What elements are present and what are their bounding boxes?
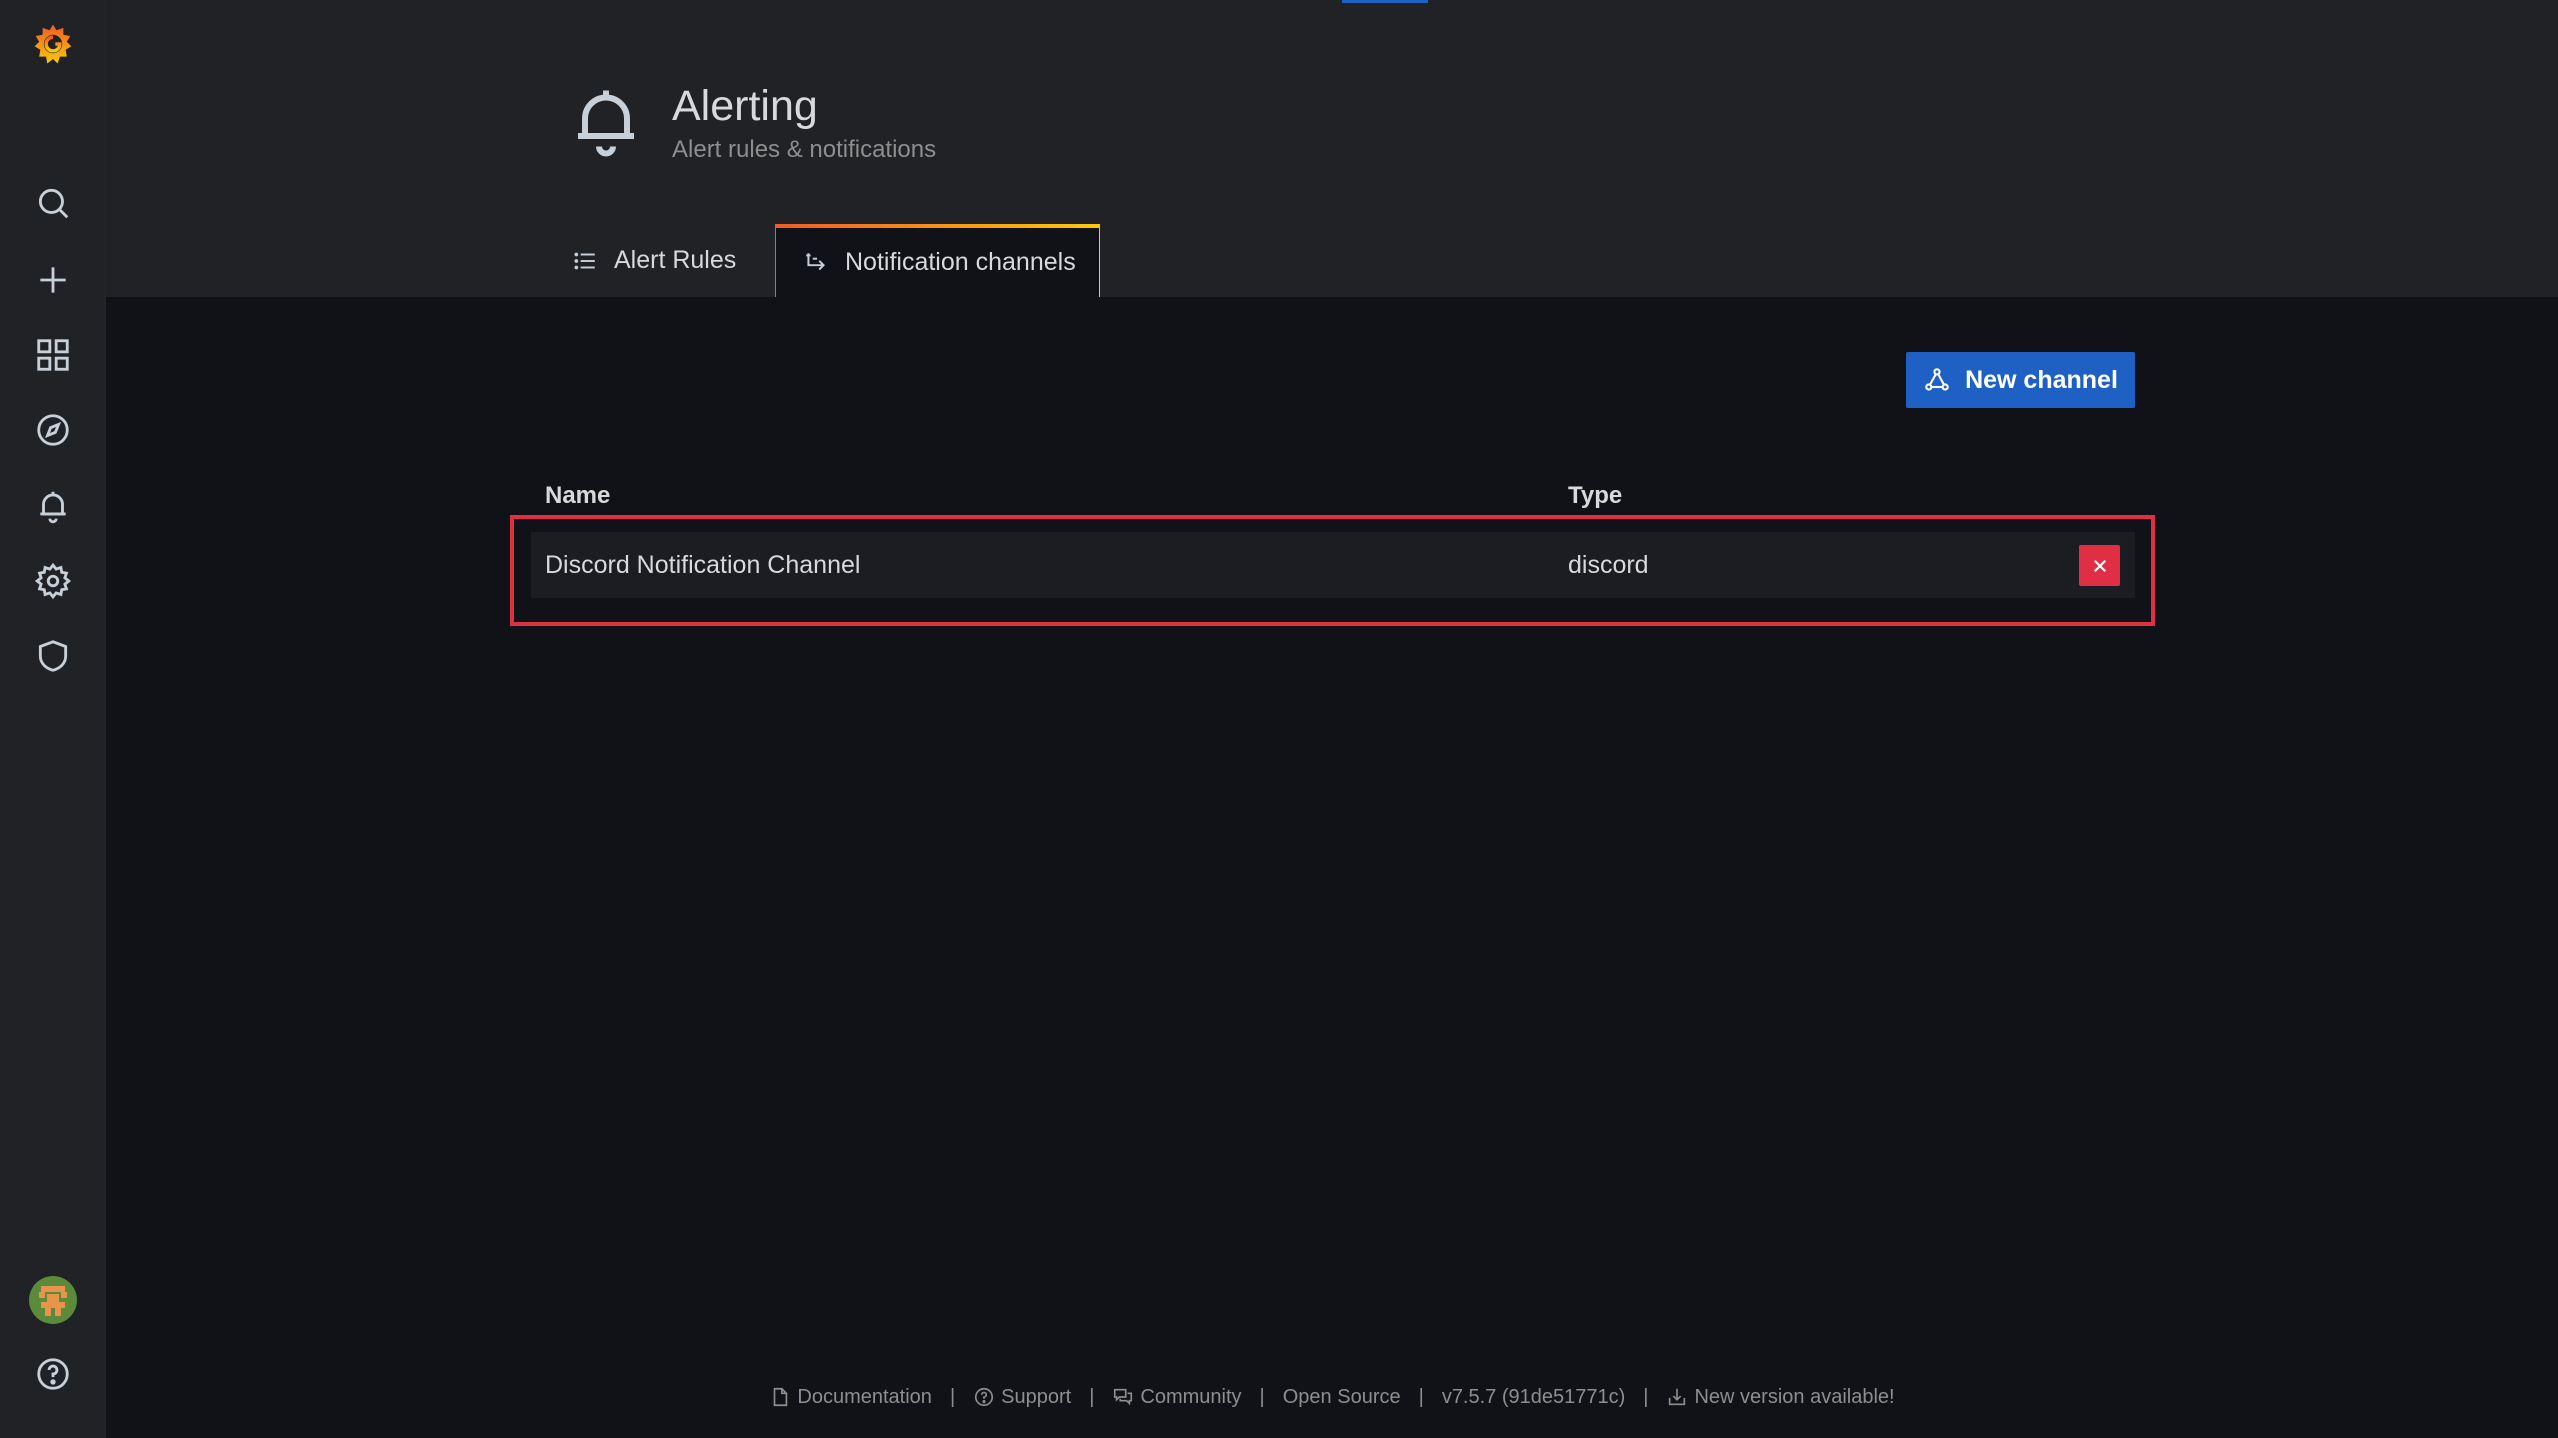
bell-icon xyxy=(564,80,648,164)
table-row[interactable]: Discord Notification Channel discord xyxy=(531,532,2135,598)
new-channel-button[interactable]: New channel xyxy=(1906,352,2135,408)
footer-new-version-link[interactable]: New version available! xyxy=(1666,1386,1895,1409)
top-indicator xyxy=(1342,0,1428,3)
footer-separator: | xyxy=(949,1385,956,1408)
footer-separator: | xyxy=(1643,1385,1649,1408)
footer-open-source-link[interactable]: Open Source xyxy=(1283,1386,1401,1409)
tab-label: Alert Rules xyxy=(614,246,737,274)
question-circle-icon xyxy=(973,1386,1001,1408)
footer-support-link[interactable]: Support xyxy=(973,1386,1071,1409)
new-channel-label: New channel xyxy=(1965,365,2118,394)
shield-icon[interactable] xyxy=(0,626,106,686)
column-header-name: Name xyxy=(545,482,611,509)
footer-separator: | xyxy=(1089,1385,1095,1408)
grafana-logo-icon[interactable] xyxy=(0,14,106,74)
column-header-type: Type xyxy=(1568,482,1623,509)
sidebar xyxy=(0,0,106,1438)
list-icon xyxy=(572,248,614,274)
tab-label: Notification channels xyxy=(845,248,1076,276)
channel-name[interactable]: Discord Notification Channel xyxy=(545,532,860,598)
document-icon xyxy=(769,1386,797,1408)
explore-icon[interactable] xyxy=(0,400,106,460)
tab-notification-channels[interactable]: Notification channels xyxy=(775,224,1100,297)
plus-icon[interactable] xyxy=(0,250,106,310)
footer-community-link[interactable]: Community xyxy=(1112,1386,1242,1409)
page-header: Alerting Alert rules & notifications Ale… xyxy=(106,0,2558,297)
footer-version: v7.5.7 (91de51771c) xyxy=(1441,1385,1626,1408)
page-title: Alerting xyxy=(672,82,818,130)
alerting-bell-icon[interactable] xyxy=(0,476,106,536)
gear-icon[interactable] xyxy=(0,551,106,611)
avatar[interactable] xyxy=(0,1270,106,1330)
footer-documentation-link[interactable]: Documentation xyxy=(769,1386,932,1409)
page-subtitle: Alert rules & notifications xyxy=(672,136,937,163)
footer-separator: | xyxy=(1418,1385,1424,1408)
delete-channel-button[interactable] xyxy=(2079,545,2120,586)
channel-type: discord xyxy=(1568,550,1649,579)
close-icon xyxy=(2091,557,2109,575)
download-icon xyxy=(1666,1386,1694,1408)
help-icon[interactable] xyxy=(0,1344,106,1404)
footer: Documentation | Support | Community | Op… xyxy=(106,1380,2558,1414)
channel-add-icon xyxy=(1923,366,1965,394)
footer-separator: | xyxy=(1259,1385,1265,1408)
search-icon[interactable] xyxy=(0,173,106,233)
tab-alert-rules[interactable]: Alert Rules xyxy=(556,224,752,297)
channel-icon xyxy=(803,250,845,276)
dashboards-icon[interactable] xyxy=(0,325,106,385)
comments-icon xyxy=(1112,1386,1140,1408)
